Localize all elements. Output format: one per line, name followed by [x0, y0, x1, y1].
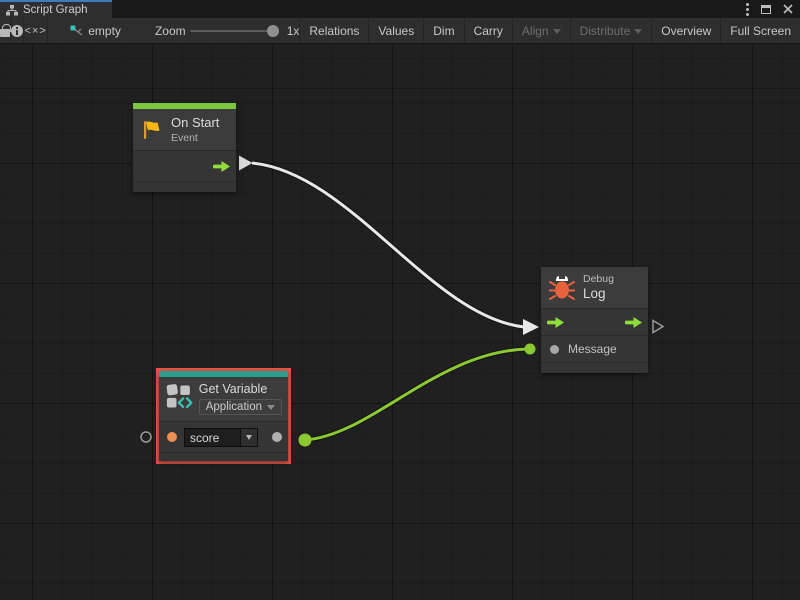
node-on-start[interactable]: On Start Event — [133, 103, 236, 192]
window-titlebar: Script Graph — [0, 0, 800, 18]
get-variable-port-row: score — [159, 421, 288, 452]
debug-log-trigger-row — [541, 308, 648, 335]
debug-log-footer — [541, 362, 648, 373]
message-port-label: Message — [568, 342, 617, 356]
relations-button[interactable]: Relations — [300, 18, 369, 43]
tab-script-graph[interactable]: Script Graph — [0, 0, 112, 18]
trigger-out-port-icon[interactable] — [213, 161, 230, 172]
debug-log-category: Debug — [583, 273, 614, 285]
variable-name-field[interactable]: score — [184, 428, 258, 447]
on-start-footer — [133, 181, 236, 192]
on-start-subtitle: Event — [171, 132, 219, 144]
close-icon[interactable] — [783, 4, 793, 14]
align-dropdown-button: Align — [513, 18, 571, 43]
zoom-label: Zoom — [155, 24, 186, 38]
graph-canvas[interactable] — [0, 45, 800, 600]
lock-button[interactable] — [0, 18, 11, 43]
info-button[interactable] — [11, 18, 24, 43]
variable-name-value: score — [185, 429, 240, 446]
overview-button[interactable]: Overview — [652, 18, 721, 43]
trigger-out-port-icon[interactable] — [625, 317, 642, 328]
graph-name-label: empty — [88, 24, 121, 38]
values-button[interactable]: Values — [369, 18, 424, 43]
info-icon — [11, 25, 23, 37]
dim-button[interactable]: Dim — [424, 18, 464, 43]
variable-scope-dropdown[interactable]: Application — [199, 399, 282, 415]
node-get-variable[interactable]: Get Variable Application score — [159, 371, 288, 461]
graph-toolbar: <×> empty Zoom 1x Relations Values Dim C… — [0, 18, 800, 44]
message-in-port[interactable] — [550, 345, 559, 354]
variable-name-dropdown-button[interactable] — [240, 429, 257, 446]
zoom-value: 1x — [287, 24, 300, 38]
script-graph-window: On Start Event Debug — [0, 0, 800, 600]
variable-value-out-port[interactable] — [272, 432, 282, 442]
distribute-dropdown-button: Distribute — [571, 18, 653, 43]
debug-log-message-row: Message — [541, 335, 648, 362]
maximize-icon[interactable] — [761, 5, 771, 14]
trigger-in-port-icon[interactable] — [547, 317, 564, 328]
kebab-menu-icon[interactable] — [746, 3, 749, 16]
chevron-down-icon — [634, 29, 642, 34]
mini-graph-icon — [70, 25, 83, 37]
carry-button[interactable]: Carry — [465, 18, 513, 43]
chevron-down-icon — [267, 405, 275, 410]
code-preview-button[interactable]: <×> — [24, 18, 48, 43]
chevron-down-icon — [553, 29, 561, 34]
variable-icon — [165, 382, 193, 410]
zoom-slider[interactable] — [190, 30, 277, 32]
debug-log-title: Log — [583, 286, 614, 301]
code-icon: <×> — [25, 25, 47, 37]
bug-icon — [549, 274, 575, 301]
full-screen-button[interactable]: Full Screen — [721, 18, 800, 43]
selection-outline: Get Variable Application score — [156, 368, 291, 464]
get-variable-footer — [159, 452, 288, 461]
on-start-title: On Start — [171, 115, 219, 130]
chevron-down-icon — [246, 435, 252, 440]
graph-hierarchy-icon — [6, 5, 18, 16]
get-variable-title: Get Variable — [199, 382, 282, 396]
tab-label: Script Graph — [23, 4, 88, 16]
zoom-slider-knob[interactable] — [267, 25, 279, 37]
flag-icon — [141, 119, 163, 141]
on-start-port-row — [133, 150, 236, 181]
lock-icon — [0, 29, 10, 37]
variable-name-in-port[interactable] — [167, 432, 177, 442]
variable-scope-value: Application — [206, 401, 262, 413]
node-debug-log[interactable]: Debug Log Message — [541, 267, 648, 373]
graph-info-segment: empty Zoom 1x — [48, 18, 300, 43]
